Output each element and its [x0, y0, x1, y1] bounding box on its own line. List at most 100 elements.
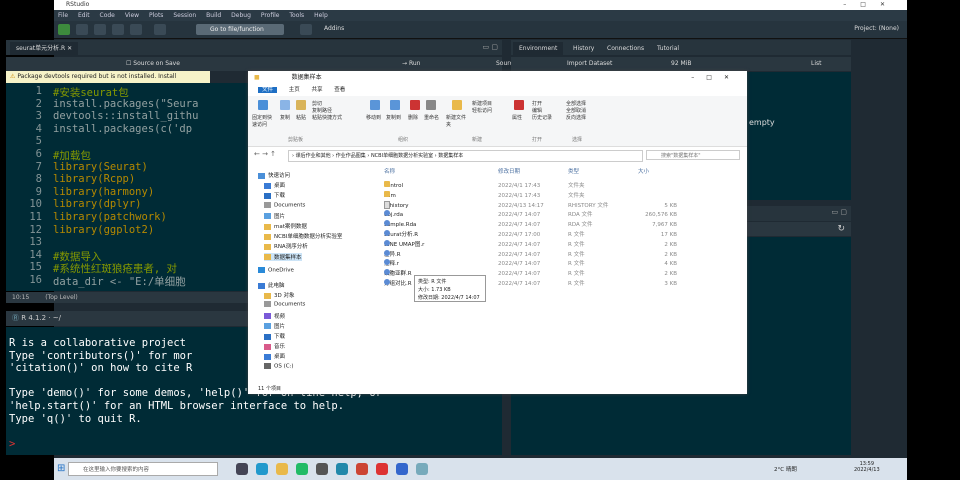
nav-item[interactable]: 桌面 — [264, 181, 285, 189]
properties-icon[interactable] — [514, 100, 524, 110]
pin-icon[interactable] — [258, 100, 268, 110]
nav-item[interactable]: 下载 — [264, 191, 285, 199]
copy-to-button[interactable]: 复制到 — [386, 114, 401, 121]
import-dataset-button[interactable]: Import Dataset — [567, 60, 612, 67]
menu-help[interactable]: Help — [314, 12, 328, 19]
pdf-reader-icon[interactable] — [376, 463, 388, 475]
powerpoint-icon[interactable] — [356, 463, 368, 475]
addins-menu[interactable]: Addins — [324, 25, 344, 32]
taskbar-search-input[interactable]: 在这里输入你要搜索的内容 — [68, 462, 218, 476]
open-button[interactable]: 打开 — [532, 100, 542, 107]
ribbon-tab-view[interactable]: 查看 — [334, 87, 345, 93]
open-file-button[interactable] — [94, 24, 106, 35]
easy-access-button[interactable]: 轻松访问 — [472, 107, 492, 114]
nav-item[interactable]: OS (C:) — [264, 362, 294, 369]
chrome-icon[interactable] — [296, 463, 308, 475]
column-header[interactable]: 类型 — [568, 167, 579, 177]
nav-item[interactable]: 3D 对象 — [264, 291, 294, 299]
paste-shortcut-button[interactable]: 粘贴快捷方式 — [312, 114, 342, 121]
copy-path-button[interactable]: 复制路径 — [312, 107, 332, 114]
history-button[interactable]: 历史记录 — [532, 114, 552, 121]
explorer-search-input[interactable]: 搜索"数据集样本" — [646, 150, 740, 160]
ribbon-tab-share[interactable]: 共享 — [312, 87, 323, 93]
pane-controls[interactable]: ▭ ▢ — [832, 208, 847, 216]
copy-to-icon[interactable] — [390, 100, 400, 110]
file-row[interactable]: 差异.R 2022/4/7 14:07 R 文件 2 KB — [378, 249, 747, 260]
task-view-icon[interactable] — [236, 463, 248, 475]
menu-code[interactable]: Code — [100, 12, 115, 19]
ribbon-tab-file[interactable]: 文件 — [258, 87, 278, 93]
source-on-save-checkbox[interactable]: ☐ Source on Save — [126, 60, 180, 67]
nav-item[interactable]: NCBI单细胞数据分析实验室 — [264, 232, 342, 240]
new-folder-button[interactable]: 新建文件夹 — [446, 114, 468, 128]
menu-debug[interactable]: Debug — [231, 12, 251, 19]
list-view-toggle[interactable]: List — [811, 60, 822, 67]
edit-button[interactable]: 编辑 — [532, 107, 542, 114]
project-menu[interactable]: Project: (None) — [854, 25, 899, 32]
paste-button[interactable]: 粘贴 — [296, 114, 306, 121]
save-button[interactable] — [112, 24, 124, 35]
goto-file-input[interactable]: Go to file/function — [196, 24, 284, 35]
windows-start-icon[interactable]: ⊞ — [57, 463, 65, 474]
menu-session[interactable]: Session — [173, 12, 196, 19]
select-all-button[interactable]: 全部选择 — [566, 100, 586, 107]
refresh-icon[interactable]: ↻ — [837, 224, 845, 234]
word-icon[interactable] — [396, 463, 408, 475]
tab-seurat-script[interactable]: seurat单元分析.R ✕ — [10, 42, 79, 55]
column-header[interactable]: 大小 — [638, 167, 649, 177]
invert-selection-button[interactable]: 反向选择 — [566, 114, 586, 121]
rstudio-icon[interactable] — [416, 463, 428, 475]
delete-icon[interactable] — [410, 100, 420, 110]
file-row[interactable]: tSNE UMAP图.r 2022/4/7 14:07 R 文件 2 KB — [378, 239, 747, 250]
nav-item[interactable]: RNA测序分析 — [264, 242, 308, 250]
edge-icon[interactable] — [256, 463, 268, 475]
explorer-window-controls[interactable]: –□✕ — [691, 71, 741, 85]
clock[interactable]: 13:59 2022/4/13 — [854, 461, 880, 473]
nav-item[interactable]: 图片 — [264, 212, 285, 220]
nav-item[interactable]: Documents — [264, 201, 305, 208]
pane-controls[interactable]: ▭ ▢ — [483, 43, 498, 51]
nav-item[interactable]: 桌面 — [264, 352, 285, 360]
copy-button[interactable]: 复制 — [280, 114, 290, 121]
file-row[interactable]: obj.rda 2022/4/7 14:07 RDA 文件 260,576 KB — [378, 210, 747, 220]
run-button[interactable]: → Run — [402, 60, 420, 67]
menu-file[interactable]: File — [58, 12, 68, 19]
move-to-icon[interactable] — [370, 100, 380, 110]
menu-view[interactable]: View — [125, 12, 139, 19]
tab-tutorial[interactable]: Tutorial — [651, 42, 686, 55]
column-header[interactable]: 名称 — [384, 167, 395, 177]
nav-item[interactable]: mat案例数据 — [264, 222, 307, 230]
pin-quick-access-button[interactable]: 固定到快速访问 — [252, 114, 276, 128]
file-row[interactable]: control 2022/4/1 17:43 文件夹 — [378, 181, 747, 191]
rename-icon[interactable] — [426, 100, 436, 110]
file-row[interactable]: stim2022/4/1 17:43文件夹 — [378, 190, 747, 201]
cut-button[interactable]: 剪切 — [312, 100, 322, 107]
nav-item[interactable]: 音乐 — [264, 342, 285, 350]
nav-item[interactable]: 下载 — [264, 332, 285, 340]
file-row[interactable]: seurat分析.R 2022/4/7 17:00 R 文件 17 KB — [378, 230, 747, 240]
weather-widget[interactable]: 2°C 晴朗 — [774, 465, 797, 473]
print-button[interactable] — [154, 24, 166, 35]
tab-history[interactable]: History — [567, 42, 601, 55]
nav-item[interactable]: 此电脑 — [258, 281, 285, 289]
menu-plots[interactable]: Plots — [149, 12, 163, 19]
nav-item[interactable]: Documents — [264, 301, 305, 308]
ribbon-tab-home[interactable]: 主页 — [289, 87, 300, 93]
copy-icon[interactable] — [280, 100, 290, 110]
tab-connections[interactable]: Connections — [601, 42, 651, 55]
menu-edit[interactable]: Edit — [78, 12, 90, 19]
file-explorer-icon[interactable] — [276, 463, 288, 475]
select-none-button[interactable]: 全部取消 — [566, 107, 586, 114]
nav-item[interactable]: 视频 — [264, 312, 285, 320]
mail-icon[interactable] — [336, 463, 348, 475]
scope-indicator[interactable]: (Top Level) — [45, 294, 78, 301]
file-row[interactable]: sample.Rda 2022/4/7 14:07 RDA 文件 7,967 KB — [378, 220, 747, 230]
menu-tools[interactable]: Tools — [289, 12, 304, 19]
path-input[interactable]: › 课后作业和其他 › 作业作品图集 › NCBI单细胞数据分析实验室 › 数据… — [288, 150, 643, 162]
move-to-button[interactable]: 移动到 — [366, 114, 381, 121]
new-file-button[interactable] — [58, 24, 70, 35]
nav-item[interactable]: 快速访问 — [258, 171, 290, 179]
grid-icon[interactable] — [300, 24, 312, 35]
new-item-button[interactable]: 新建项目 — [472, 100, 492, 107]
properties-button[interactable]: 属性 — [512, 114, 522, 121]
